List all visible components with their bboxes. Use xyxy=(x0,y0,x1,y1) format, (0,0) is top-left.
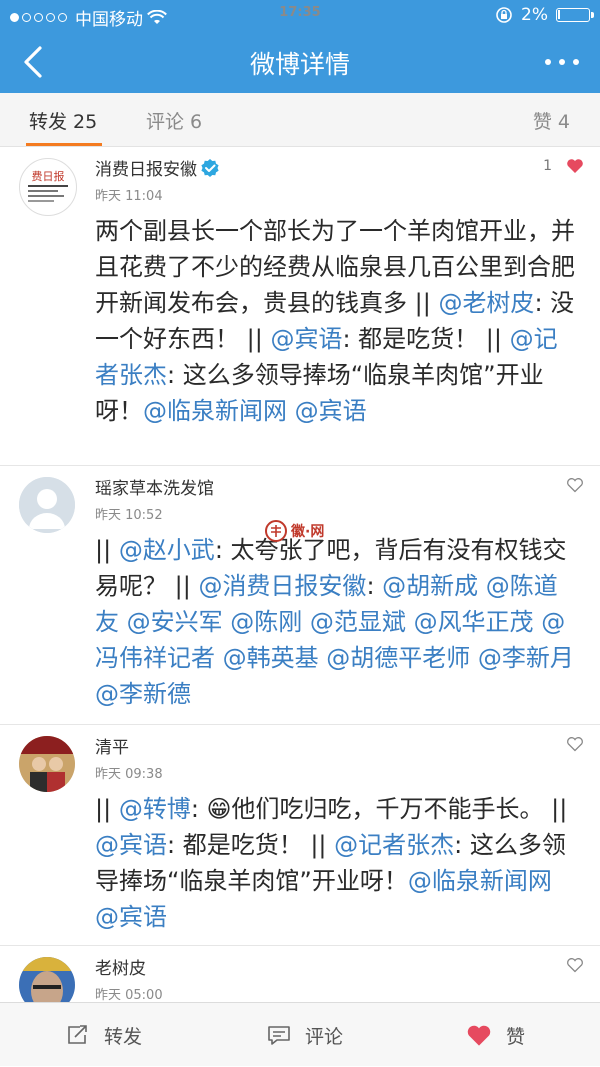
battery-icon xyxy=(556,8,594,22)
heart-filled-icon xyxy=(467,1025,491,1046)
mention-link[interactable]: @风华正茂 xyxy=(414,608,534,636)
comment-icon xyxy=(268,1026,290,1045)
status-right: 2% xyxy=(495,5,594,25)
avatar[interactable] xyxy=(19,736,75,792)
mention-link[interactable]: @宾语 xyxy=(95,831,167,859)
mention-link[interactable]: @临泉新闻网 xyxy=(408,867,552,895)
heart-outline-icon[interactable] xyxy=(566,957,584,973)
repost-item[interactable]: 瑶家草本洗发馆 昨天 10:52 || @赵小武: 太夸张了吧，背后有没有权钱交… xyxy=(0,466,600,725)
mention-link[interactable]: @陈刚 xyxy=(230,608,302,636)
avatar[interactable]: 费日报 xyxy=(19,158,77,216)
mention-link[interactable]: @李新月 xyxy=(478,644,574,672)
rotation-lock-icon xyxy=(496,7,512,23)
tab-indicator xyxy=(26,143,102,146)
post-time: 昨天 05:00 xyxy=(95,988,163,1003)
mention-link[interactable]: @老树皮 xyxy=(438,289,534,317)
tab-bar: 转发 25 评论 6 赞 4 xyxy=(0,93,600,147)
page-title: 微博详情 xyxy=(249,50,350,79)
post-text: || xyxy=(95,795,119,823)
post-text xyxy=(470,644,478,672)
post-text: : 😁他们吃归吃，千万不能手长。 || xyxy=(190,795,568,823)
watermark-logo-icon xyxy=(265,520,287,542)
mention-link[interactable]: @胡新成 xyxy=(382,572,478,600)
author-name[interactable]: 消费日报安徽 xyxy=(95,155,220,180)
tab-comments[interactable]: 评论 6 xyxy=(146,107,202,134)
verified-badge-icon xyxy=(201,158,219,177)
svg-text:费日报: 费日报 xyxy=(32,169,65,183)
tab-reposts[interactable]: 转发 25 xyxy=(29,107,97,134)
post-text: : 都是吃货！ || xyxy=(342,325,510,353)
like-control[interactable] xyxy=(566,957,584,973)
mention-link[interactable]: @宾语 xyxy=(270,325,342,353)
tab-likes[interactable]: 赞 4 xyxy=(533,107,570,134)
like-control[interactable] xyxy=(566,477,584,493)
heart-filled-icon[interactable] xyxy=(566,158,584,174)
repost-icon xyxy=(68,1025,87,1044)
heart-outline-icon[interactable] xyxy=(566,736,584,752)
mention-link[interactable]: @记者张杰 xyxy=(334,831,454,859)
repost-item[interactable]: 清平 昨天 09:38 || @转博: 😁他们吃归吃，千万不能手长。 || @宾… xyxy=(0,725,600,946)
comment-label: 评论 xyxy=(305,1025,344,1048)
post-text xyxy=(478,572,486,600)
repost-button[interactable]: 转发 xyxy=(66,1003,142,1067)
post-content: || @赵小武: 太夸张了吧，背后有没有权钱交易呢？ || @消费日报安徽: @… xyxy=(95,532,575,712)
heart-outline-icon[interactable] xyxy=(566,477,584,493)
post-text xyxy=(119,608,127,636)
mention-link[interactable]: @消费日报安徽 xyxy=(198,572,366,600)
nav-bar: 微博详情 xyxy=(0,30,600,93)
mention-link[interactable]: @范显斌 xyxy=(310,608,406,636)
mention-link[interactable]: @赵小武 xyxy=(119,536,215,564)
bottom-action-bar: 转发 评论 赞 xyxy=(0,1002,600,1066)
more-icon[interactable] xyxy=(540,42,584,82)
post-text: : xyxy=(366,572,383,600)
mention-link[interactable]: @宾语 xyxy=(295,397,367,425)
author-name[interactable]: 老树皮 xyxy=(95,954,146,979)
post-text xyxy=(302,608,310,636)
post-text xyxy=(215,644,223,672)
post-text xyxy=(406,608,414,636)
post-time: 昨天 09:38 xyxy=(95,767,163,782)
mention-link[interactable]: @胡德平老师 xyxy=(326,644,470,672)
post-content: 两个副县长一个部长为了一个羊肉馆开业，并且花费了不少的经费从临泉县几百公里到合肥… xyxy=(95,213,575,429)
mention-link[interactable]: @临泉新闻网 xyxy=(143,397,287,425)
mention-link[interactable]: @安兴军 xyxy=(127,608,223,636)
mention-link[interactable]: @转博 xyxy=(119,795,191,823)
repost-label: 转发 xyxy=(104,1025,143,1048)
like-control[interactable] xyxy=(566,736,584,752)
post-content: || @转博: 😁他们吃归吃，千万不能手长。 || @宾语: 都是吃货！ || … xyxy=(95,791,575,935)
top-bar: 中国移动 17:35 2% 微博详情 xyxy=(0,0,600,93)
mention-link[interactable]: @韩英基 xyxy=(223,644,319,672)
mention-link[interactable]: @宾语 xyxy=(95,903,167,931)
avatar[interactable] xyxy=(19,477,75,533)
post-time: 昨天 10:52 xyxy=(95,508,163,523)
like-control[interactable]: 1 xyxy=(543,158,584,174)
post-text: : 都是吃货！ || xyxy=(167,831,335,859)
mention-link[interactable]: @李新德 xyxy=(95,680,191,708)
post-text xyxy=(287,397,295,425)
author-name[interactable]: 清平 xyxy=(95,733,129,758)
post-time: 昨天 11:04 xyxy=(95,189,163,204)
like-label: 赞 xyxy=(506,1025,526,1048)
like-button[interactable]: 赞 xyxy=(466,1003,525,1067)
author-name[interactable]: 瑶家草本洗发馆 xyxy=(95,474,214,499)
post-text: || xyxy=(95,536,119,564)
battery-label: 2% xyxy=(521,5,548,25)
status-bar: 中国移动 17:35 2% xyxy=(0,0,600,30)
like-count: 1 xyxy=(543,158,552,174)
watermark: 徽·网 xyxy=(265,520,324,542)
repost-item[interactable]: 费日报 消费日报安徽 昨天 11:04 1 两个副县长一个部长为了一个羊肉馆开业… xyxy=(0,147,600,466)
comment-button[interactable]: 评论 xyxy=(267,1003,343,1067)
